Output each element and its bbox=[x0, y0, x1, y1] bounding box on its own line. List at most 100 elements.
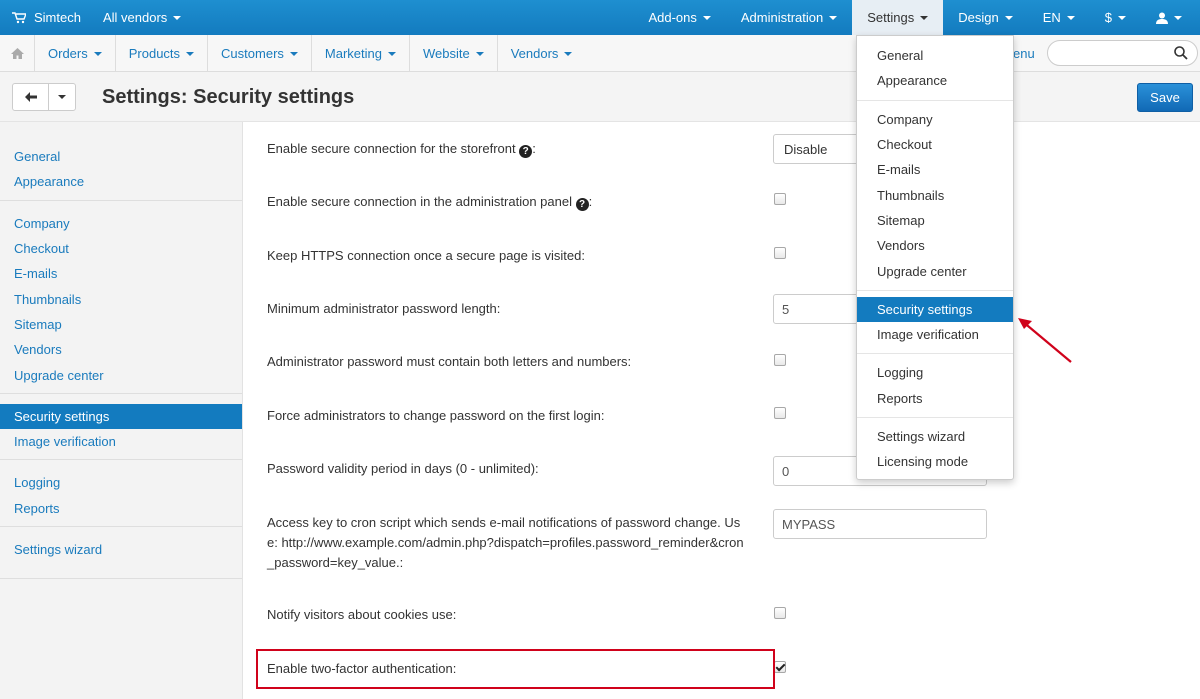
cron-access-key-input[interactable]: MYPASS bbox=[773, 509, 987, 539]
search-input[interactable] bbox=[1047, 40, 1198, 66]
chevron-down-icon bbox=[1004, 15, 1013, 20]
dropdown-item-thumbnails[interactable]: Thumbnails bbox=[857, 182, 1013, 207]
sidebar-group: General Appearance bbox=[0, 122, 242, 201]
top-bar: Simtech All vendors Add-ons Administrati… bbox=[0, 0, 1200, 35]
page-title: Settings: Security settings bbox=[102, 86, 355, 108]
back-button-group bbox=[12, 83, 76, 111]
nav-label: Customers bbox=[221, 46, 284, 61]
chevron-down-icon bbox=[58, 95, 66, 99]
setting-label: Access key to cron script which sends e-… bbox=[267, 515, 744, 570]
dropdown-item-appearance[interactable]: Appearance bbox=[857, 68, 1013, 93]
dropdown-item-emails[interactable]: E-mails bbox=[857, 157, 1013, 182]
annotation-highlight-box bbox=[256, 649, 775, 689]
dropdown-item-vendors[interactable]: Vendors bbox=[857, 233, 1013, 258]
dropdown-item-checkout[interactable]: Checkout bbox=[857, 132, 1013, 157]
sidebar-item-checkout[interactable]: Checkout bbox=[0, 236, 242, 261]
sidebar-item-settings-wizard[interactable]: Settings wizard bbox=[0, 537, 242, 562]
setting-label: Enable secure connection in the administ… bbox=[267, 194, 593, 211]
password-letters-numbers-checkbox[interactable] bbox=[774, 354, 786, 366]
dropdown-group: Company Checkout E-mails Thumbnails Site… bbox=[857, 101, 1013, 291]
nav-label: Products bbox=[128, 46, 181, 61]
chevron-down-icon bbox=[1174, 15, 1182, 20]
chevron-down-icon bbox=[1118, 15, 1126, 20]
dropdown-item-settings-wizard[interactable]: Settings wizard bbox=[857, 424, 1013, 449]
dropdown-item-logging[interactable]: Logging bbox=[857, 360, 1013, 385]
cookies-notice-checkbox[interactable] bbox=[774, 607, 786, 619]
top-nav-settings[interactable]: Settings bbox=[852, 0, 944, 35]
dropdown-group: Logging Reports bbox=[857, 354, 1013, 418]
sidebar-item-security-settings[interactable]: Security settings bbox=[0, 403, 242, 429]
top-nav-addons[interactable]: Add-ons bbox=[633, 0, 725, 35]
back-history-dropdown[interactable] bbox=[49, 84, 75, 110]
nav-customers[interactable]: Customers bbox=[208, 35, 312, 72]
sidebar-item-company[interactable]: Company bbox=[0, 211, 242, 236]
currency-selector[interactable]: $ bbox=[1090, 0, 1141, 35]
force-password-change-checkbox[interactable] bbox=[774, 407, 786, 419]
chevron-down-icon bbox=[93, 51, 102, 56]
top-nav-administration[interactable]: Administration bbox=[726, 0, 852, 35]
dropdown-item-licensing-mode[interactable]: Licensing mode bbox=[857, 449, 1013, 474]
top-nav-label: Add-ons bbox=[648, 10, 697, 25]
dropdown-group: General Appearance bbox=[857, 41, 1013, 101]
top-nav-design[interactable]: Design bbox=[943, 0, 1027, 35]
setting-label-text: Enable secure connection in the administ… bbox=[267, 194, 572, 209]
sidebar-item-emails[interactable]: E-mails bbox=[0, 261, 242, 286]
sidebar-item-general[interactable]: General bbox=[0, 144, 242, 169]
page-header: Settings: Security settings bbox=[0, 72, 1200, 122]
chevron-down-icon bbox=[289, 51, 298, 56]
settings-sidebar: General Appearance Company Checkout E-ma… bbox=[0, 122, 243, 699]
currency-label: $ bbox=[1104, 10, 1112, 25]
sidebar-item-appearance[interactable]: Appearance bbox=[0, 169, 242, 194]
secure-admin-checkbox[interactable] bbox=[774, 193, 786, 205]
sidebar-item-upgrade-center[interactable]: Upgrade center bbox=[0, 362, 242, 387]
annotation-arrow-icon bbox=[1018, 318, 1072, 363]
sidebar-item-logging[interactable]: Logging bbox=[0, 470, 242, 495]
sidebar-group: Logging Reports bbox=[0, 460, 242, 527]
keep-https-checkbox[interactable] bbox=[774, 247, 786, 259]
chevron-down-icon bbox=[387, 51, 396, 56]
sidebar-item-reports[interactable]: Reports bbox=[0, 496, 242, 521]
dropdown-item-security-settings[interactable]: Security settings bbox=[857, 296, 1013, 322]
help-icon[interactable]: ? bbox=[575, 198, 589, 211]
help-icon[interactable]: ? bbox=[519, 145, 533, 158]
brand-label: Simtech bbox=[34, 10, 81, 25]
dropdown-item-company[interactable]: Company bbox=[857, 107, 1013, 132]
sidebar-item-sitemap[interactable]: Sitemap bbox=[0, 312, 242, 337]
nav-orders[interactable]: Orders bbox=[35, 35, 116, 72]
sidebar-item-vendors[interactable]: Vendors bbox=[0, 337, 242, 362]
brand[interactable]: Simtech bbox=[12, 0, 81, 35]
sidebar-group: Settings wizard bbox=[0, 527, 242, 580]
setting-label: Minimum administrator password length: bbox=[267, 301, 501, 316]
dropdown-item-image-verification[interactable]: Image verification bbox=[857, 322, 1013, 347]
menu-link[interactable]: enu bbox=[1013, 35, 1035, 72]
user-icon bbox=[1156, 12, 1168, 24]
dropdown-item-sitemap[interactable]: Sitemap bbox=[857, 208, 1013, 233]
cart-icon bbox=[12, 11, 26, 23]
chevron-down-icon bbox=[173, 15, 182, 20]
user-menu[interactable] bbox=[1141, 0, 1200, 35]
two-factor-auth-checkbox[interactable] bbox=[774, 661, 786, 673]
home-icon bbox=[10, 48, 24, 59]
search-icon[interactable] bbox=[1173, 45, 1189, 61]
settings-form: Enable secure connection for the storefr… bbox=[243, 122, 1200, 699]
nav-products[interactable]: Products bbox=[116, 35, 209, 72]
back-button[interactable] bbox=[13, 84, 49, 110]
nav-label: Website bbox=[422, 46, 470, 61]
nav-vendors[interactable]: Vendors bbox=[498, 35, 586, 72]
arrow-left-icon bbox=[24, 92, 37, 102]
chevron-down-icon bbox=[702, 15, 711, 20]
dropdown-item-reports[interactable]: Reports bbox=[857, 386, 1013, 411]
menu-link-label: enu bbox=[1013, 46, 1035, 61]
dropdown-item-upgrade-center[interactable]: Upgrade center bbox=[857, 258, 1013, 283]
sidebar-item-image-verification[interactable]: Image verification bbox=[0, 429, 242, 454]
nav-label: Orders bbox=[48, 46, 88, 61]
language-selector[interactable]: EN bbox=[1028, 0, 1090, 35]
save-button[interactable]: Save bbox=[1137, 83, 1193, 112]
setting-label: Notify visitors about cookies use: bbox=[267, 607, 457, 622]
sidebar-item-thumbnails[interactable]: Thumbnails bbox=[0, 286, 242, 311]
home-button[interactable] bbox=[0, 35, 35, 72]
dropdown-item-general[interactable]: General bbox=[857, 43, 1013, 68]
nav-marketing[interactable]: Marketing bbox=[312, 35, 410, 72]
nav-website[interactable]: Website bbox=[410, 35, 498, 72]
vendor-selector[interactable]: All vendors bbox=[103, 0, 182, 35]
